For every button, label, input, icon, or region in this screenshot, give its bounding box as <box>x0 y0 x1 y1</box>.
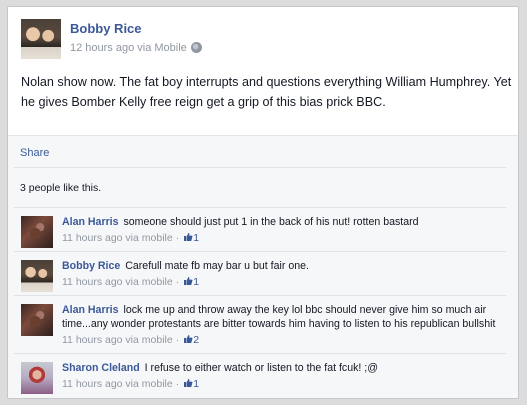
likes-row: 3 people like this. <box>14 167 506 207</box>
comment-item: Sharon Cleland I refuse to either watch … <box>14 354 506 397</box>
author-name-link[interactable]: Bobby Rice <box>70 21 202 36</box>
comment-item: Alan Harris someone should just put 1 in… <box>14 208 506 252</box>
post-timestamp[interactable]: 12 hours ago via Mobile <box>70 42 187 54</box>
comment-body: Bobby Rice Carefull mate fb may bar u bu… <box>62 252 506 295</box>
post-meta: 12 hours ago via Mobile <box>70 42 202 54</box>
commenter-avatar[interactable] <box>21 362 53 394</box>
thumbs-up-icon[interactable] <box>183 276 193 286</box>
comment-list: Alan Harris someone should just put 1 in… <box>14 207 506 397</box>
post-card: Bobby Rice 12 hours ago via Mobile Nolan… <box>7 6 519 399</box>
separator-dot: · <box>175 232 180 244</box>
comment-body: Alan Harris lock me up and throw away th… <box>62 296 506 353</box>
post-header: Bobby Rice 12 hours ago via Mobile <box>21 19 202 59</box>
author-avatar[interactable] <box>21 19 61 59</box>
comment-timestamp[interactable]: 11 hours ago via mobile <box>62 378 173 390</box>
comment-like-count[interactable]: 1 <box>193 378 199 390</box>
comment-timestamp[interactable]: 11 hours ago via mobile <box>62 232 173 244</box>
comment-meta: 11 hours ago via mobile · 2 <box>62 333 498 347</box>
commenter-avatar[interactable] <box>21 304 53 336</box>
commenter-name-link[interactable]: Alan Harris <box>62 216 119 228</box>
thumbs-up-icon[interactable] <box>183 378 193 388</box>
comment-timestamp[interactable]: 11 hours ago via mobile <box>62 276 173 288</box>
comment-body: Sharon Cleland I refuse to either watch … <box>62 354 506 397</box>
comment-body: Alan Harris someone should just put 1 in… <box>62 208 506 251</box>
comment-like-count[interactable]: 1 <box>193 276 199 288</box>
feedback-section: 3 people like this. Alan Harris someone … <box>8 167 518 398</box>
comment-text: I refuse to either watch or listen to th… <box>144 362 378 374</box>
thumbs-up-icon[interactable] <box>183 232 193 242</box>
comment-timestamp[interactable]: 11 hours ago via mobile <box>62 334 173 346</box>
commenter-name-link[interactable]: Bobby Rice <box>62 260 120 272</box>
comment-like-count[interactable]: 1 <box>193 232 199 244</box>
commenter-avatar[interactable] <box>21 216 53 248</box>
post-text: Nolan show now. The fat boy interrupts a… <box>21 75 512 109</box>
commenter-name-link[interactable]: Alan Harris <box>62 304 119 316</box>
comment-text: Carefull mate fb may bar u but fair one. <box>125 260 309 272</box>
comment-meta: 11 hours ago via mobile · 1 <box>62 275 498 289</box>
comment-meta: 11 hours ago via mobile · 1 <box>62 231 498 245</box>
commenter-name-link[interactable]: Sharon Cleland <box>62 362 140 374</box>
author-block: Bobby Rice 12 hours ago via Mobile <box>70 21 202 54</box>
thumbs-up-icon[interactable] <box>183 334 193 344</box>
comment-item: Alan Harris lock me up and throw away th… <box>14 296 506 354</box>
separator-dot: · <box>175 334 180 346</box>
globe-icon[interactable] <box>190 42 202 53</box>
likes-summary[interactable]: 3 people like this. <box>20 182 101 194</box>
comment-item: Bobby Rice Carefull mate fb may bar u bu… <box>14 252 506 296</box>
share-link[interactable]: Share <box>20 147 49 159</box>
comment-like-count[interactable]: 2 <box>193 334 199 346</box>
comment-meta: 11 hours ago via mobile · 1 <box>62 377 498 391</box>
commenter-avatar[interactable] <box>21 260 53 292</box>
comment-text: someone should just put 1 in the back of… <box>123 216 419 228</box>
separator-dot: · <box>175 276 180 288</box>
comment-text: lock me up and throw away the key lol bb… <box>62 304 496 330</box>
separator-dot: · <box>175 378 180 390</box>
post-actions-bar: Share <box>8 135 518 167</box>
